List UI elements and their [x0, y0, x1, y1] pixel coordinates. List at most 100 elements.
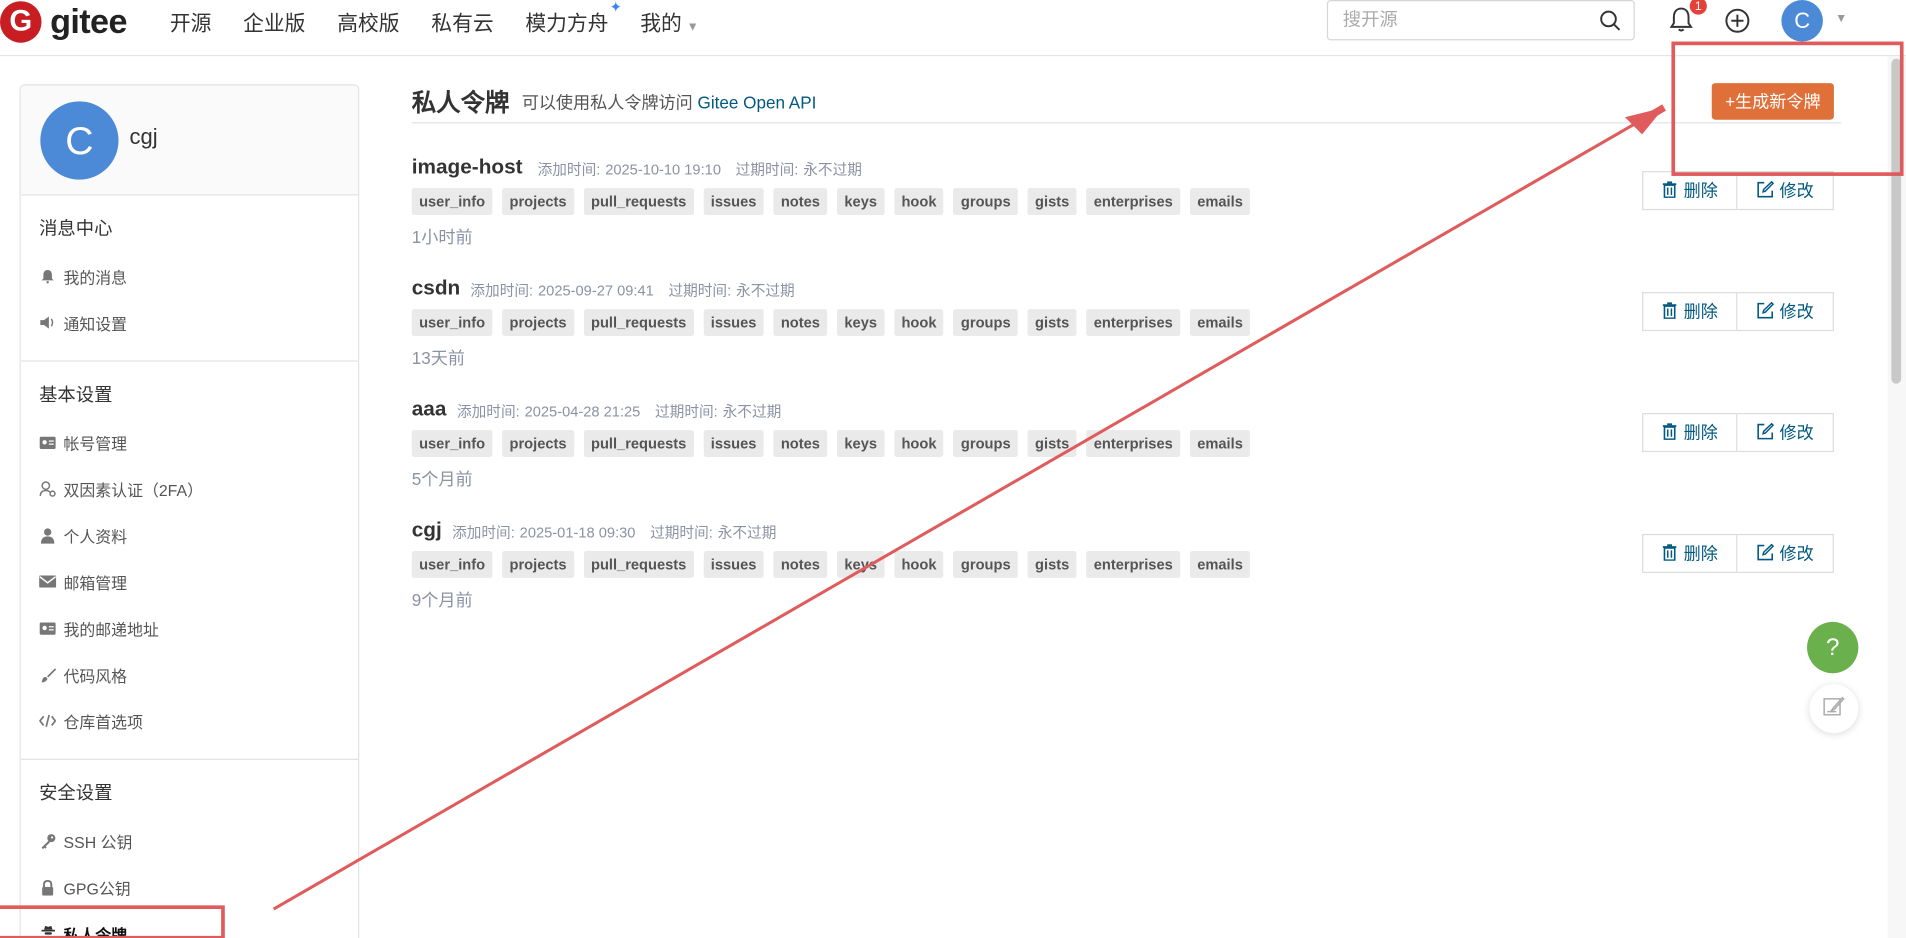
- token-name: csdn: [411, 276, 461, 300]
- delete-token-button[interactable]: 删除: [1642, 412, 1738, 453]
- sidebar-item-notification-settings[interactable]: 通知设置: [21, 299, 358, 345]
- edit-token-button[interactable]: 修改: [1737, 533, 1834, 574]
- search-icon[interactable]: [1599, 10, 1621, 38]
- nav-moli[interactable]: 模力方舟 ✦: [525, 0, 622, 36]
- scope-tag: user_info: [411, 551, 493, 578]
- scope-tag: hook: [894, 309, 944, 336]
- scope-tag: user_info: [411, 188, 493, 216]
- edit-icon: [1756, 301, 1774, 322]
- scope-tags: user_info projects pull_requests issues note…: [411, 309, 1251, 336]
- nav-private-cloud[interactable]: 私有云: [431, 5, 493, 36]
- scope-tag: emails: [1189, 188, 1251, 216]
- delete-token-button[interactable]: 删除: [1642, 292, 1738, 332]
- edit-token-button[interactable]: 修改: [1737, 412, 1834, 453]
- id-card-icon: [39, 434, 56, 451]
- sidebar-item-label: SSH 公钥: [63, 832, 133, 851]
- section-title: 安全设置: [39, 783, 113, 804]
- settings-sidebar: C cgj 消息中心 我的消息 通知设置 基本设置 帐号管理 双因素认证（2FA…: [19, 84, 360, 938]
- gitee-logo[interactable]: G gitee: [0, 0, 128, 44]
- delete-label: 删除: [1683, 543, 1718, 564]
- scope-tag: groups: [953, 551, 1018, 578]
- sidebar-item-emails[interactable]: 邮箱管理: [21, 558, 358, 604]
- delete-label: 删除: [1683, 180, 1718, 201]
- avatar[interactable]: C: [40, 101, 119, 180]
- notification-badge: 1: [1689, 0, 1707, 15]
- scope-tag: user_info: [411, 430, 493, 457]
- sidebar-item-gpg-keys[interactable]: GPG公钥: [21, 864, 358, 910]
- expire-label: 过期时间:: [668, 282, 732, 300]
- nav-moli-label: 模力方舟: [525, 11, 609, 35]
- scope-tag: projects: [502, 309, 574, 336]
- scope-tag: hook: [894, 551, 944, 578]
- edit-token-button[interactable]: 修改: [1737, 171, 1834, 211]
- edit-label: 修改: [1779, 180, 1814, 201]
- chevron-down-icon[interactable]: ▼: [1835, 12, 1847, 25]
- bell-icon: [39, 268, 56, 285]
- edit-label: 修改: [1779, 543, 1814, 564]
- scope-tag: keys: [837, 551, 885, 578]
- page-title: 私人令牌: [411, 90, 510, 118]
- expire-time: 永不过期: [736, 282, 795, 300]
- token-row: cgj 添加时间: 2025-01-18 09:30 过期时间: 永不过期 user_in…: [411, 518, 1842, 639]
- sidebar-item-code-style[interactable]: 代码风格: [21, 651, 358, 697]
- section-title: 消息中心: [39, 218, 113, 240]
- scope-tag: projects: [502, 188, 574, 216]
- section-messages: 消息中心 我的消息 通知设置: [20, 195, 358, 362]
- scope-tag: emails: [1189, 430, 1251, 457]
- code-icon: [39, 712, 57, 729]
- added-time: 2025-09-27 09:41: [538, 282, 654, 300]
- sidebar-item-profile[interactable]: 个人资料: [21, 512, 358, 558]
- notification-bell-icon[interactable]: [1669, 6, 1693, 39]
- edit-token-button[interactable]: 修改: [1737, 292, 1834, 332]
- trash-icon: [1662, 301, 1678, 322]
- username[interactable]: cgj: [130, 125, 158, 151]
- edit-label: 修改: [1779, 301, 1814, 322]
- sidebar-item-2fa[interactable]: 双因素认证（2FA）: [21, 466, 358, 512]
- nav-education[interactable]: 高校版: [337, 5, 399, 36]
- search-input[interactable]: [1328, 1, 1573, 40]
- user-avatar[interactable]: C: [1781, 0, 1823, 42]
- sidebar-item-label: 邮箱管理: [63, 573, 128, 592]
- search-box: [1326, 0, 1635, 41]
- scope-tag: enterprises: [1086, 188, 1181, 216]
- scope-tags: user_info projects pull_requests issues note…: [411, 551, 1251, 578]
- nav-enterprise[interactable]: 企业版: [243, 5, 305, 36]
- lock-icon: [39, 878, 56, 895]
- sidebar-item-ssh-keys[interactable]: SSH 公钥: [21, 817, 358, 863]
- annotation-highlight-generate: [1671, 41, 1904, 176]
- delete-label: 删除: [1683, 301, 1718, 322]
- token-name: image-host: [411, 155, 523, 179]
- added-label: 添加时间:: [537, 161, 601, 179]
- scope-tags: user_info projects pull_requests issues note…: [411, 430, 1251, 457]
- feedback-button[interactable]: [1809, 684, 1859, 734]
- page-subtitle: 可以使用私人令牌访问 Gitee Open API: [522, 90, 817, 114]
- profile-card: C cgj: [20, 85, 358, 196]
- scope-tag: keys: [837, 430, 885, 457]
- delete-token-button[interactable]: 删除: [1642, 171, 1738, 211]
- nav-mine[interactable]: 我的 ▼: [640, 5, 699, 36]
- create-plus-icon[interactable]: [1724, 7, 1751, 40]
- user-shield-icon: [39, 480, 56, 497]
- nav-open-source[interactable]: 开源: [170, 5, 212, 36]
- delete-token-button[interactable]: 删除: [1642, 533, 1738, 574]
- token-last-used: 9个月前: [411, 590, 473, 610]
- brush-icon: [39, 666, 56, 683]
- scope-tag: enterprises: [1086, 430, 1181, 457]
- scope-tag: enterprises: [1086, 551, 1181, 578]
- main-content: 私人令牌 可以使用私人令牌访问 Gitee Open API +生成新令牌 im…: [411, 73, 1842, 610]
- scope-tag: projects: [502, 430, 574, 457]
- help-button[interactable]: ?: [1807, 621, 1859, 674]
- scope-tag: issues: [703, 309, 764, 336]
- scope-tag: notes: [773, 430, 828, 457]
- open-api-link[interactable]: Gitee Open API: [698, 93, 817, 113]
- sidebar-item-account[interactable]: 帐号管理: [21, 419, 358, 465]
- envelope-icon: [39, 573, 57, 590]
- token-row: aaa 添加时间: 2025-04-28 21:25 过期时间: 永不过期 user_in…: [411, 397, 1842, 518]
- expire-time: 永不过期: [717, 524, 777, 542]
- sidebar-item-my-messages[interactable]: 我的消息: [21, 253, 358, 299]
- sidebar-item-repo-preferences[interactable]: 仓库首选项: [21, 698, 358, 744]
- sidebar-item-address[interactable]: 我的邮递地址: [21, 605, 358, 651]
- token-actions: 删除 修改: [1642, 292, 1834, 332]
- scope-tag: pull_requests: [583, 551, 694, 578]
- token-last-used: 5个月前: [411, 469, 473, 489]
